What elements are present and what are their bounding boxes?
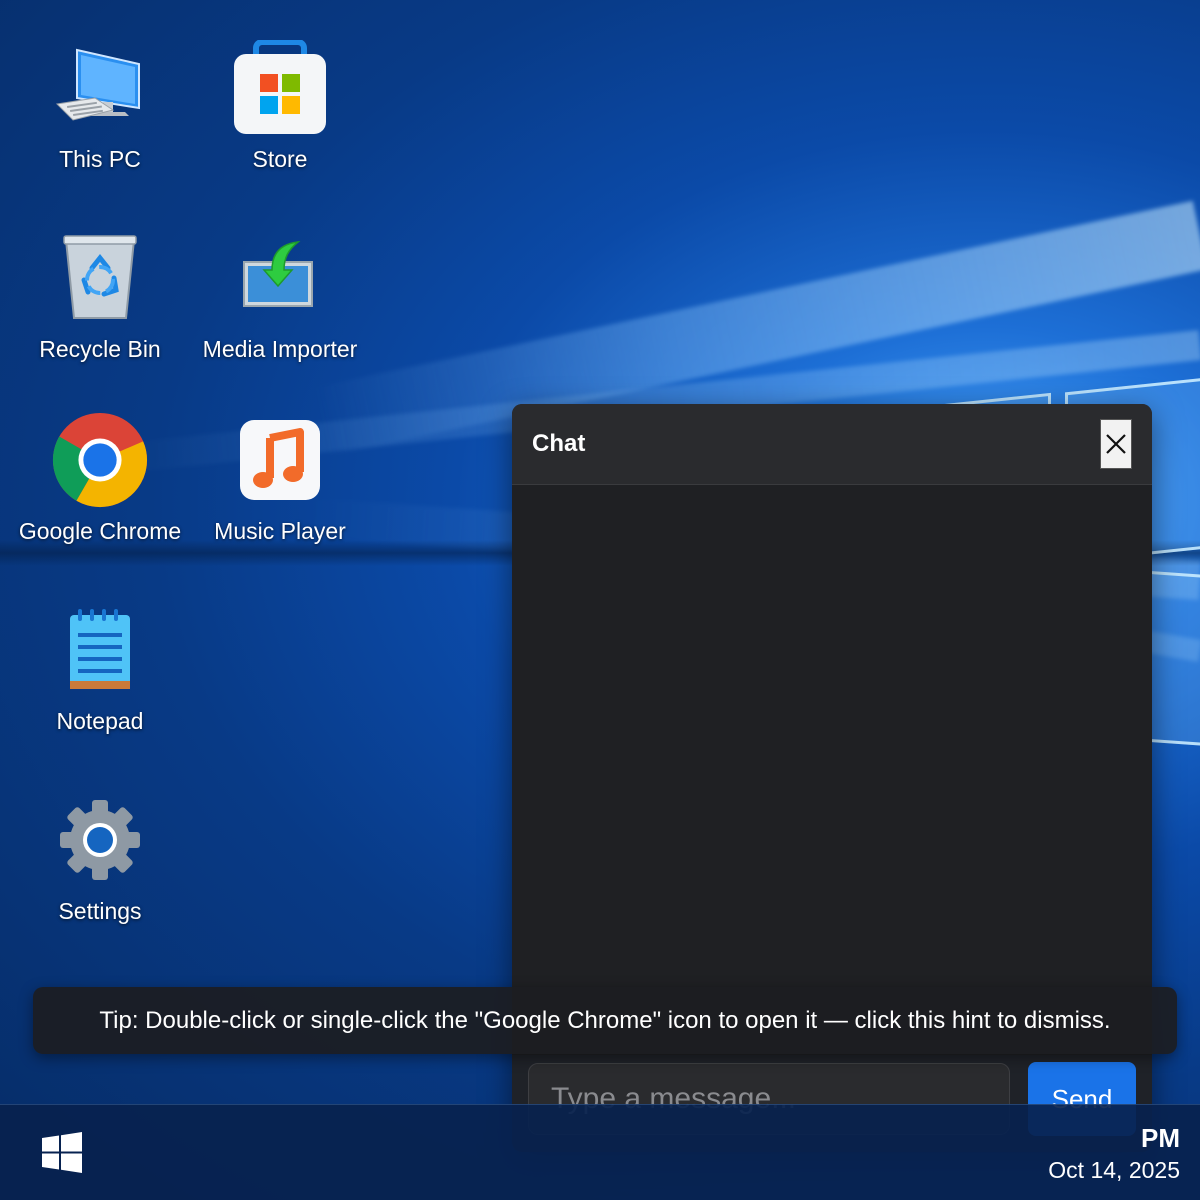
recycle-bin-icon <box>50 228 150 328</box>
desktop-icon-label: Recycle Bin <box>39 336 161 362</box>
desktop-icon-media-importer[interactable]: Media Importer <box>190 228 370 378</box>
desktop-icon-label: Music Player <box>214 518 346 544</box>
music-note-icon <box>230 410 330 510</box>
windows-logo-icon <box>42 1132 82 1173</box>
start-button[interactable] <box>40 1131 88 1179</box>
chrome-icon <box>50 410 150 510</box>
desktop-icon-label: Store <box>252 146 308 172</box>
computer-icon <box>50 38 150 138</box>
notepad-icon <box>50 600 150 700</box>
desktop-icon-label: Google Chrome <box>18 518 182 544</box>
desktop-icon-label: Settings <box>58 898 142 924</box>
desktop-icon-label: Media Importer <box>202 336 358 362</box>
clock-date: Oct 14, 2025 <box>1048 1157 1180 1183</box>
gear-icon <box>50 790 150 890</box>
desktop-icon-notepad[interactable]: Notepad <box>10 600 190 750</box>
clock-time: PM <box>1141 1123 1180 1153</box>
close-icon <box>1106 434 1126 454</box>
store-icon <box>230 38 330 138</box>
taskbar: PM Oct 14, 2025 <box>0 1104 1200 1200</box>
chat-header: Chat <box>512 404 1152 485</box>
tip-text: Tip: Double-click or single-click the "G… <box>99 1006 1111 1034</box>
desktop-icon-google-chrome[interactable]: Google Chrome <box>10 410 190 560</box>
desktop-icon-label: This PC <box>59 146 141 172</box>
desktop: This PC Store Recycle Bin Media Importer… <box>0 0 1200 1200</box>
desktop-icon-music-player[interactable]: Music Player <box>190 410 370 560</box>
desktop-icon-this-pc[interactable]: This PC <box>10 38 190 188</box>
media-importer-icon <box>230 228 330 328</box>
chat-title: Chat <box>532 430 586 457</box>
desktop-icon-settings[interactable]: Settings <box>10 790 190 940</box>
desktop-icon-recycle-bin[interactable]: Recycle Bin <box>10 228 190 378</box>
tip-banner[interactable]: Tip: Double-click or single-click the "G… <box>33 987 1177 1054</box>
chat-close-button[interactable] <box>1100 419 1132 469</box>
chat-message-area <box>512 485 1152 1055</box>
desktop-icon-label: Notepad <box>56 708 144 734</box>
desktop-icon-store[interactable]: Store <box>190 38 370 188</box>
